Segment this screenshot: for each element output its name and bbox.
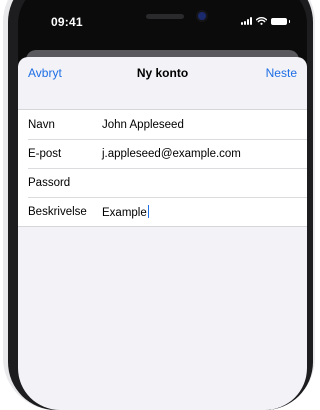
status-icons xyxy=(241,17,290,25)
email-row[interactable]: E-post j.appleseed@example.com xyxy=(18,139,307,168)
name-row[interactable]: Navn John Appleseed xyxy=(18,110,307,139)
description-label: Beskrivelse xyxy=(28,205,87,218)
front-camera xyxy=(198,12,206,20)
email-label: E-post xyxy=(28,147,62,160)
speaker-grille xyxy=(146,14,184,19)
phone-bezel: 09:41 Avbryt Ny konto Neste Navn John Ap… xyxy=(8,0,313,410)
name-field[interactable]: John Appleseed xyxy=(102,119,184,131)
account-form: Navn John Appleseed E-post j.appleseed@e… xyxy=(18,109,307,227)
password-row[interactable]: Passord xyxy=(18,168,307,197)
status-bar: 09:41 xyxy=(18,12,307,34)
status-time: 09:41 xyxy=(51,15,83,29)
phone-screen: 09:41 Avbryt Ny konto Neste Navn John Ap… xyxy=(18,0,307,410)
signal-icon xyxy=(241,17,252,25)
navigation-bar: Avbryt Ny konto Neste xyxy=(18,57,307,91)
name-label: Navn xyxy=(28,118,55,131)
email-field[interactable]: j.appleseed@example.com xyxy=(102,148,241,160)
password-label: Passord xyxy=(28,176,71,189)
description-row[interactable]: Beskrivelse Example xyxy=(18,197,307,226)
wifi-icon xyxy=(256,17,267,25)
next-button[interactable]: Neste xyxy=(266,66,297,80)
description-field[interactable]: Example xyxy=(102,204,149,219)
battery-icon xyxy=(271,17,290,25)
phone-frame: 09:41 Avbryt Ny konto Neste Navn John Ap… xyxy=(3,0,315,410)
text-cursor xyxy=(147,204,149,218)
new-account-sheet: Avbryt Ny konto Neste Navn John Applesee… xyxy=(18,57,307,410)
description-value: Example xyxy=(102,206,147,219)
page-title: Ny konto xyxy=(136,66,189,80)
